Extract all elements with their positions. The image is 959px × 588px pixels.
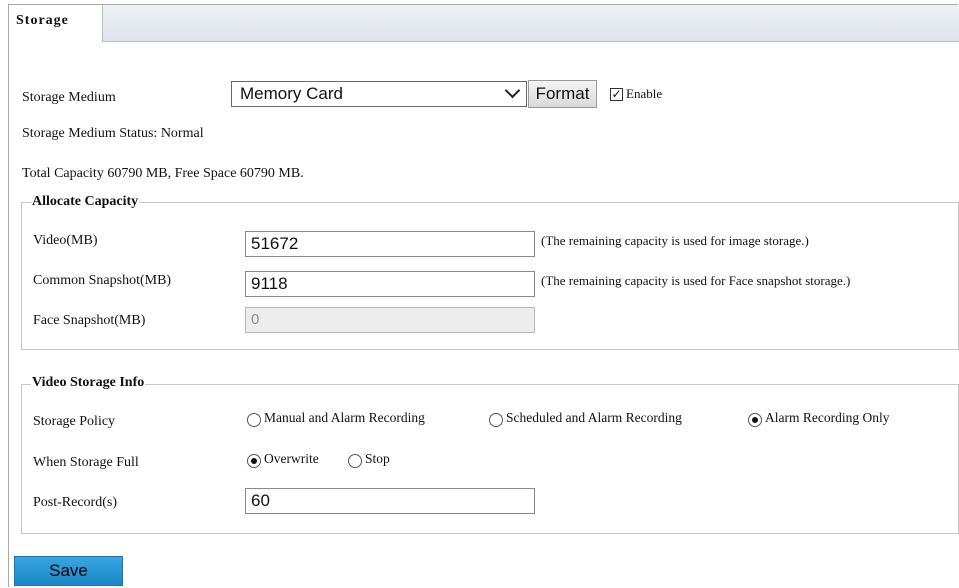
radio-overwrite[interactable] [247, 454, 261, 468]
capacity-text: Total Capacity 60790 MB, Free Space 6079… [22, 166, 304, 181]
radio-stop-label: Stop [365, 451, 390, 466]
face-snapshot-label: Face Snapshot(MB) [33, 313, 146, 328]
enable-checkbox[interactable]: ✓ [610, 88, 623, 101]
storage-status-text: Storage Medium Status: Normal [22, 126, 204, 141]
chevron-down-icon [504, 82, 521, 99]
radio-scheduled-alarm[interactable] [489, 413, 503, 427]
format-button[interactable]: Format [528, 80, 597, 108]
storage-full-label: When Storage Full [33, 455, 139, 470]
video-capacity-note: (The remaining capacity is used for imag… [541, 233, 809, 248]
storage-medium-select[interactable]: Memory Card [231, 81, 527, 107]
radio-manual-alarm[interactable] [247, 413, 261, 427]
radio-scheduled-alarm-label: Scheduled and Alarm Recording [506, 410, 682, 425]
tab-storage[interactable]: Storage [9, 5, 103, 42]
storage-policy-label: Storage Policy [33, 414, 116, 429]
radio-manual-alarm-label: Manual and Alarm Recording [264, 410, 425, 425]
video-storage-info-title: Video Storage Info [31, 375, 146, 391]
radio-stop[interactable] [348, 454, 362, 468]
video-capacity-input[interactable]: 51672 [245, 231, 535, 257]
post-record-label: Post-Record(s) [33, 495, 117, 510]
video-capacity-label: Video(MB) [33, 233, 98, 248]
enable-label: Enable [626, 86, 663, 101]
common-snapshot-label: Common Snapshot(MB) [33, 273, 172, 288]
face-snapshot-input: 0 [245, 307, 535, 333]
tab-bar: Storage [9, 5, 959, 42]
storage-medium-label: Storage Medium [22, 90, 116, 105]
storage-medium-value: Memory Card [240, 84, 343, 103]
radio-overwrite-label: Overwrite [264, 451, 319, 466]
post-record-input[interactable]: 60 [245, 488, 535, 514]
common-snapshot-note: (The remaining capacity is used for Face… [541, 273, 851, 288]
common-snapshot-input[interactable]: 9118 [245, 271, 535, 297]
allocate-capacity-title: Allocate Capacity [31, 194, 140, 210]
radio-alarm-only[interactable] [748, 413, 762, 427]
radio-alarm-only-label: Alarm Recording Only [765, 410, 890, 425]
save-button[interactable]: Save [14, 556, 123, 586]
